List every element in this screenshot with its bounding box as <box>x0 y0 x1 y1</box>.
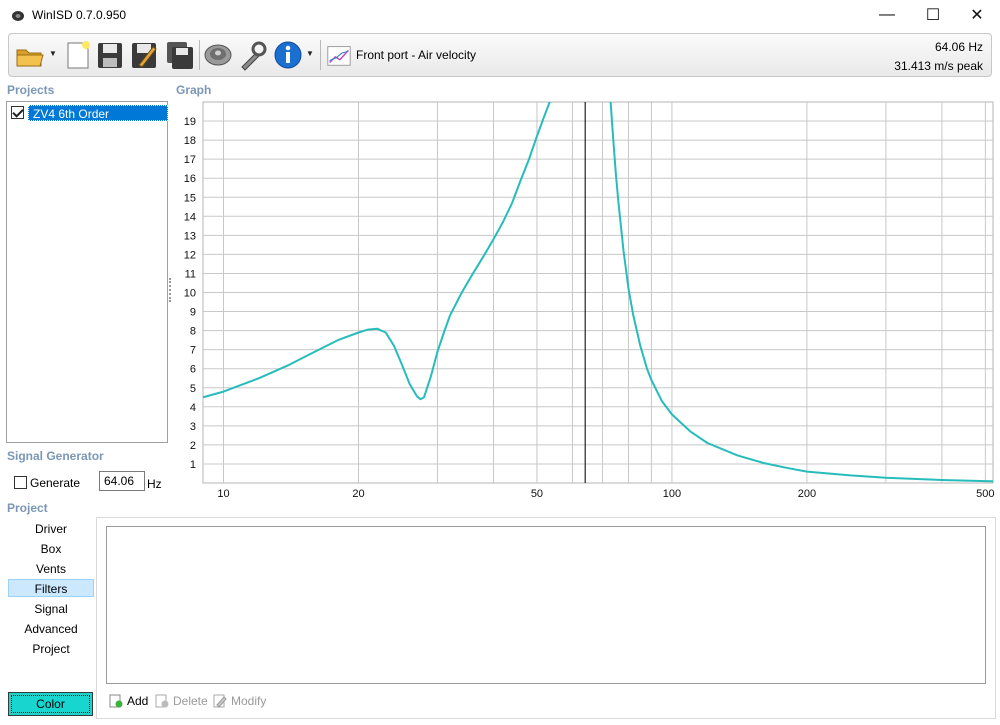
project-item[interactable]: ZV4 6th Order <box>10 105 168 121</box>
y-tick-label: 1 <box>190 459 196 471</box>
y-tick-label: 8 <box>190 326 196 338</box>
project-name[interactable]: ZV4 6th Order <box>28 105 168 121</box>
driver-icon[interactable] <box>203 39 233 71</box>
app-speaker-icon <box>10 7 26 23</box>
project-checkbox[interactable] <box>11 106 24 119</box>
y-tick-label: 2 <box>190 440 196 452</box>
info-icon[interactable] <box>273 39 303 71</box>
save-all-icon[interactable] <box>165 39 195 71</box>
generate-label: Generate <box>30 476 81 490</box>
modify-label: Modify <box>231 694 267 708</box>
x-tick-label: 100 <box>663 488 681 500</box>
y-tick-label: 19 <box>184 116 196 128</box>
y-tick-label: 4 <box>190 402 196 414</box>
modify-filter-button[interactable]: Modify <box>213 694 266 708</box>
minimize-button[interactable]: — <box>864 0 910 30</box>
project-heading: Project <box>7 501 48 515</box>
y-tick-label: 18 <box>184 135 196 147</box>
y-tick-label: 5 <box>190 383 196 395</box>
velocity-readout: 31.413 m/s peak <box>894 59 983 73</box>
filters-panel: Add Delete Modify <box>96 517 996 719</box>
window-title: WinISD 0.7.0.950 <box>32 8 127 22</box>
y-tick-label: 14 <box>184 211 196 223</box>
nav-vents[interactable]: Vents <box>8 560 94 578</box>
delete-filter-button[interactable]: Delete <box>155 694 208 708</box>
delete-icon <box>155 694 169 708</box>
new-document-icon[interactable] <box>63 39 93 71</box>
air-velocity-chart: 1234567891011121314151617181910 20 50 100 20… <box>184 101 995 500</box>
y-tick-label: 6 <box>190 364 196 376</box>
save-as-icon[interactable] <box>129 39 159 71</box>
x-tick-label: 10 <box>217 488 229 500</box>
y-tick-label: 13 <box>184 230 196 242</box>
toolbar-separator <box>320 40 321 70</box>
nav-advanced[interactable]: Advanced <box>8 620 94 638</box>
nav-box[interactable]: Box <box>8 540 94 558</box>
color-button[interactable]: Color <box>8 692 93 716</box>
y-tick-label: 3 <box>190 421 196 433</box>
info-dropdown-icon[interactable]: ▼ <box>306 49 314 58</box>
add-icon <box>109 694 123 708</box>
save-icon[interactable] <box>95 39 125 71</box>
nav-driver[interactable]: Driver <box>8 520 94 538</box>
generate-checkbox[interactable] <box>14 476 27 489</box>
nav-project[interactable]: Project <box>8 640 94 658</box>
y-tick-label: 12 <box>184 249 196 261</box>
panel-splitter[interactable] <box>169 278 171 302</box>
graph-type-selector[interactable]: Front port - Air velocity <box>356 48 476 62</box>
open-folder-icon[interactable] <box>15 39 45 71</box>
add-filter-button[interactable]: Add <box>109 694 148 708</box>
x-tick-label: 200 <box>798 488 816 500</box>
toolbar-separator <box>199 40 200 70</box>
y-tick-label: 9 <box>190 307 196 319</box>
y-tick-label: 15 <box>184 192 196 204</box>
title-bar: WinISD 0.7.0.950 — ☐ ✕ <box>0 0 1000 30</box>
add-label: Add <box>127 694 149 708</box>
y-tick-label: 11 <box>185 268 196 280</box>
wrench-icon[interactable] <box>237 39 267 71</box>
y-tick-label: 17 <box>184 154 196 166</box>
graph-heading: Graph <box>176 83 212 97</box>
y-tick-label: 7 <box>190 345 196 357</box>
x-tick-label: 500 <box>976 488 994 500</box>
graph-icon[interactable] <box>325 39 353 71</box>
modify-icon <box>213 694 227 708</box>
signal-frequency-input[interactable] <box>99 471 145 491</box>
toolbar: ▼ ▼ Front port - Air velocity 64.06 Hz 3… <box>8 33 992 77</box>
y-tick-label: 16 <box>184 173 196 185</box>
projects-list[interactable]: ZV4 6th Order <box>6 101 168 443</box>
filters-list[interactable] <box>106 526 986 684</box>
delete-label: Delete <box>173 694 208 708</box>
signal-generator-heading: Signal Generator <box>7 449 104 463</box>
frequency-readout: 64.06 Hz <box>934 40 983 54</box>
frequency-unit-label: Hz <box>147 477 162 491</box>
nav-signal[interactable]: Signal <box>8 600 94 618</box>
maximize-button[interactable]: ☐ <box>910 0 956 30</box>
close-button[interactable]: ✕ <box>954 0 1000 30</box>
nav-filters[interactable]: Filters <box>8 579 94 597</box>
y-tick-label: 10 <box>184 288 196 300</box>
projects-heading: Projects <box>7 83 55 97</box>
open-dropdown-icon[interactable]: ▼ <box>49 49 57 58</box>
x-tick-label: 20 <box>352 488 364 500</box>
x-tick-label: 50 <box>531 488 543 500</box>
